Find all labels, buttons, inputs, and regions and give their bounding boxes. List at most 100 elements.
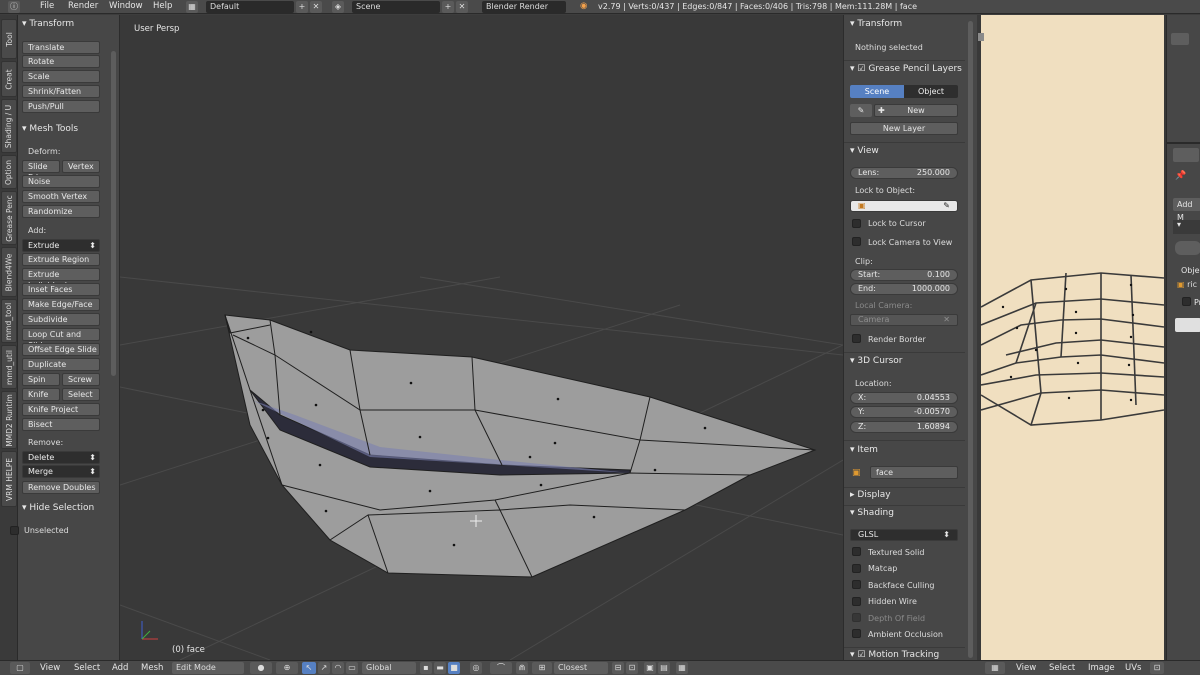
- menu-select[interactable]: Select: [74, 663, 100, 673]
- spin-button[interactable]: Spin: [22, 373, 60, 386]
- grease-pencil-header[interactable]: ▾ ☑ Grease Pencil Layers: [850, 64, 962, 74]
- manipulator-icon[interactable]: ↖: [302, 662, 316, 674]
- rotate-button[interactable]: Rotate: [22, 55, 100, 68]
- 3d-cursor-header[interactable]: ▾ 3D Cursor: [850, 356, 903, 366]
- uv-menu-view[interactable]: View: [1016, 663, 1036, 673]
- properties-scrollbar[interactable]: [968, 21, 973, 658]
- duplicate-button[interactable]: Duplicate: [22, 358, 100, 371]
- 3d-view-editor-icon[interactable]: ▢: [10, 662, 30, 674]
- render-engine-select[interactable]: Blender Render: [482, 1, 566, 13]
- scene-field[interactable]: Scene: [352, 1, 440, 13]
- uv-scroll-handle-left[interactable]: [978, 33, 984, 41]
- slide-edge-button[interactable]: Slide Ed: [22, 160, 60, 182]
- viewport-canvas[interactable]: [120, 15, 843, 660]
- screw-button[interactable]: Screw: [62, 373, 100, 386]
- scene-icon[interactable]: ◈: [332, 1, 344, 13]
- ambient-occlusion-checkbox[interactable]: [852, 629, 861, 638]
- add-layout-icon[interactable]: +: [296, 1, 308, 13]
- vertex-select-icon[interactable]: ▪: [420, 662, 432, 674]
- editor-type-icon[interactable]: [1171, 33, 1189, 45]
- tab-mmd2-runtime[interactable]: MMD2 Runtim: [1, 391, 17, 449]
- snap-project-icon[interactable]: ⊡: [626, 662, 638, 674]
- delete-scene-icon[interactable]: ✕: [456, 1, 468, 13]
- textured-solid-checkbox[interactable]: [852, 547, 861, 556]
- shading-mode-select[interactable]: GLSL ⬍: [850, 529, 958, 541]
- modifier-name-field[interactable]: [1175, 241, 1200, 255]
- viewport-shading-icon[interactable]: ●: [250, 662, 272, 674]
- gp-scene-button[interactable]: Scene: [850, 85, 904, 98]
- make-edge-face-button[interactable]: Make Edge/Face: [22, 298, 100, 311]
- item-name-field[interactable]: face: [870, 466, 958, 479]
- overlay-icon[interactable]: ▦: [676, 662, 688, 674]
- uv-editor-type-icon[interactable]: ▦: [985, 662, 1005, 674]
- mode-select[interactable]: Edit Mode: [172, 662, 244, 674]
- tab-options[interactable]: Option: [1, 155, 17, 189]
- add-scene-icon[interactable]: +: [442, 1, 454, 13]
- delete-dropdown[interactable]: Delete ⬍: [22, 451, 100, 464]
- shrink-fatten-button[interactable]: Shrink/Fatten: [22, 85, 100, 98]
- tab-vrm-helper[interactable]: VRM HELPE: [1, 451, 17, 507]
- lens-field[interactable]: Lens: 250.000: [850, 167, 958, 179]
- backface-culling-checkbox[interactable]: [852, 580, 861, 589]
- bisect-button[interactable]: Bisect: [22, 418, 100, 431]
- transform-header[interactable]: ▾ Transform: [850, 19, 902, 29]
- tab-tool[interactable]: Tool: [1, 19, 17, 59]
- tab-grease-pencil[interactable]: Grease Penc: [1, 191, 17, 245]
- loop-cut-button[interactable]: Loop Cut and Slide: [22, 328, 100, 350]
- rotate-manipulator-icon[interactable]: ◠: [332, 662, 344, 674]
- pencil-icon[interactable]: ✎: [850, 104, 872, 117]
- uv-menu-select[interactable]: Select: [1049, 663, 1075, 673]
- transform-panel-header[interactable]: ▾ Transform: [22, 19, 74, 29]
- extrude-individual-button[interactable]: Extrude Individual: [22, 268, 100, 290]
- matcap-checkbox[interactable]: [852, 564, 861, 573]
- menu-file[interactable]: File: [40, 1, 54, 11]
- knife-select-button[interactable]: Select: [62, 388, 100, 401]
- menu-add[interactable]: Add: [112, 663, 128, 673]
- knife-button[interactable]: Knife: [22, 388, 60, 401]
- texture-field[interactable]: [1175, 318, 1200, 332]
- smooth-vertex-button[interactable]: Smooth Vertex: [22, 190, 100, 203]
- menu-view[interactable]: View: [40, 663, 60, 673]
- randomize-button[interactable]: Randomize: [22, 205, 100, 218]
- inset-faces-button[interactable]: Inset Faces: [22, 283, 100, 296]
- render-icon[interactable]: ▣: [644, 662, 656, 674]
- snap-align-icon[interactable]: ⊟: [612, 662, 624, 674]
- snap-target-select[interactable]: Closest: [554, 662, 608, 674]
- uv-menu-uvs[interactable]: UVs: [1125, 663, 1141, 673]
- lock-to-cursor-checkbox[interactable]: [852, 219, 861, 228]
- new-layer-button[interactable]: New Layer: [850, 122, 958, 135]
- orientation-select[interactable]: Global: [362, 662, 416, 674]
- push-pull-button[interactable]: Push/Pull: [22, 100, 100, 113]
- hidden-wire-checkbox[interactable]: [852, 597, 861, 606]
- hide-selection-panel-header[interactable]: ▾ Hide Selection: [22, 503, 94, 513]
- falloff-icon[interactable]: ⌒: [490, 662, 512, 674]
- edge-select-icon[interactable]: ▬: [434, 662, 446, 674]
- noise-button[interactable]: Noise: [22, 175, 100, 188]
- tab-blend4web[interactable]: Blend4We: [1, 247, 17, 297]
- uv-mesh[interactable]: [981, 15, 1164, 660]
- tab-mmd-tool[interactable]: mmd_tool: [1, 299, 17, 343]
- translate-button[interactable]: Translate: [22, 41, 100, 54]
- scale-button[interactable]: Scale: [22, 70, 100, 83]
- merge-dropdown[interactable]: Merge ⬍: [22, 465, 100, 478]
- subdivide-button[interactable]: Subdivide: [22, 313, 100, 326]
- tab-shading-uv[interactable]: Shading / U: [1, 99, 17, 153]
- tab-create[interactable]: Creat: [1, 61, 17, 97]
- snap-toggle-icon[interactable]: ⋒: [516, 662, 528, 674]
- add-modifier-button[interactable]: Add M: [1173, 198, 1200, 222]
- knife-project-button[interactable]: Knife Project: [22, 403, 100, 416]
- view-header[interactable]: ▾ View: [850, 146, 879, 156]
- cursor-x-field[interactable]: X: 0.04553: [850, 392, 958, 404]
- shading-header[interactable]: ▾ Shading: [850, 508, 894, 518]
- info-editor-icon[interactable]: ⓘ: [8, 1, 20, 13]
- face-mesh[interactable]: [224, 314, 817, 578]
- pin-icon[interactable]: 📌: [1175, 171, 1186, 181]
- 3d-viewport[interactable]: User Persp (0) face: [120, 15, 843, 660]
- lock-object-field[interactable]: ▣ ✎: [850, 200, 958, 212]
- tab-mmd-util[interactable]: mmd_util: [1, 345, 17, 389]
- extrude-dropdown[interactable]: Extrude ⬍: [22, 239, 100, 252]
- proportional-edit-icon[interactable]: ◎: [470, 662, 482, 674]
- clip-end-field[interactable]: End: 1000.000: [850, 283, 958, 295]
- cursor-z-field[interactable]: Z: 1.60894: [850, 421, 958, 433]
- snap-element-icon[interactable]: ⊞: [532, 662, 552, 674]
